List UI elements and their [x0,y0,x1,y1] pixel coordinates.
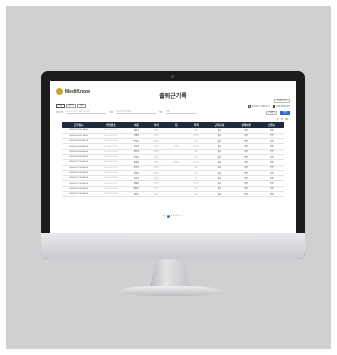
prev-page-button[interactable]: ‹ [165,215,166,217]
search-button[interactable]: 검색 [265,110,278,115]
date-label: 조회기간 [56,112,64,114]
table-cell: 확인 [259,191,284,198]
dept-select[interactable]: 전체 [165,111,196,115]
attendance-table: 근무일시 연락번호 이름 부서 팀 직책 근태구분 상태여부 신청시 2024-07-18 11… [62,122,284,198]
help-button[interactable]: 도움말 보기 [274,99,290,103]
chip-today[interactable]: 오늘 [56,104,65,108]
page-number-button[interactable]: 4 [175,215,176,217]
screen: MediKnow 출퇴근기록 도움말 보기 오늘 이번주 이달 초과근무 시간만… [50,81,296,233]
date-range-field[interactable]: 2024-07-01 ~ 2024-07-18 [66,111,107,115]
table-cell: 출근 [206,191,233,198]
overtime-checkbox[interactable]: 초과근무 시간만 보기 [248,105,270,108]
search-bar: 조회기간 2024-07-01 ~ 2024-07-18 이름 이름을 입력하세… [56,110,290,115]
table-cell: 확인 [232,191,260,198]
name-label: 이름 [109,112,114,114]
page-number-button[interactable]: 5 [178,215,179,217]
table-cell: 2024-07-17 09:00:00 [62,191,96,198]
refresh-icon[interactable]: ↻ [281,117,284,121]
anomaly-checkbox-label: 근태 이상만 보기 [276,106,290,108]
checkbox-icon [248,105,251,108]
anomaly-checkbox[interactable]: 근태 이상만 보기 [272,105,290,108]
table-cell: 진료부 [146,191,167,198]
print-icon[interactable]: ⎙ [276,117,278,121]
table-cell: 의사 [186,191,207,198]
next-page-button[interactable]: › [180,215,181,217]
table-body: 2024-07-18 11:00:00 010-1234-5678 김민수 진료부 의사… [62,128,284,198]
table-row[interactable]: 2024-07-17 09:00:00 010-5555-6666 신유나 진료부 의사… [62,191,284,198]
page-number-button[interactable]: 2 [171,215,172,217]
filter-checkboxes: 초과근무 시간만 보기 근태 이상만 보기 [248,105,290,108]
pagination: « ‹ 1 2 3 4 5 › » [50,215,296,218]
table-cell: 신유나 [126,191,147,198]
monitor-stand-neck [150,259,190,287]
checkbox-icon [272,105,275,108]
chip-week[interactable]: 이번주 [65,104,77,108]
table-cell [166,191,187,198]
overtime-checkbox-label: 초과근무 시간만 보기 [251,106,270,108]
chip-month[interactable]: 이달 [77,104,86,108]
settings-icon[interactable]: ⚙ [285,117,288,121]
period-chips: 오늘 이번주 이달 [56,104,86,108]
table-cell: 010-5555-6666 [95,191,127,198]
camera-dot [171,75,174,78]
monitor-stand-foot [120,286,220,296]
page-number-button[interactable]: 1 [166,215,170,218]
page-title: 출퇴근기록 [159,94,187,100]
last-page-button[interactable]: » [182,215,183,217]
name-search-input[interactable]: 이름을 입력하세요 [116,111,157,115]
excel-download-button[interactable]: 엑셀 [280,110,290,115]
monitor-chin [41,233,305,259]
table-tools: ⎙ ↻ ⚙ [276,117,288,121]
dept-label: 부서 [159,112,163,114]
